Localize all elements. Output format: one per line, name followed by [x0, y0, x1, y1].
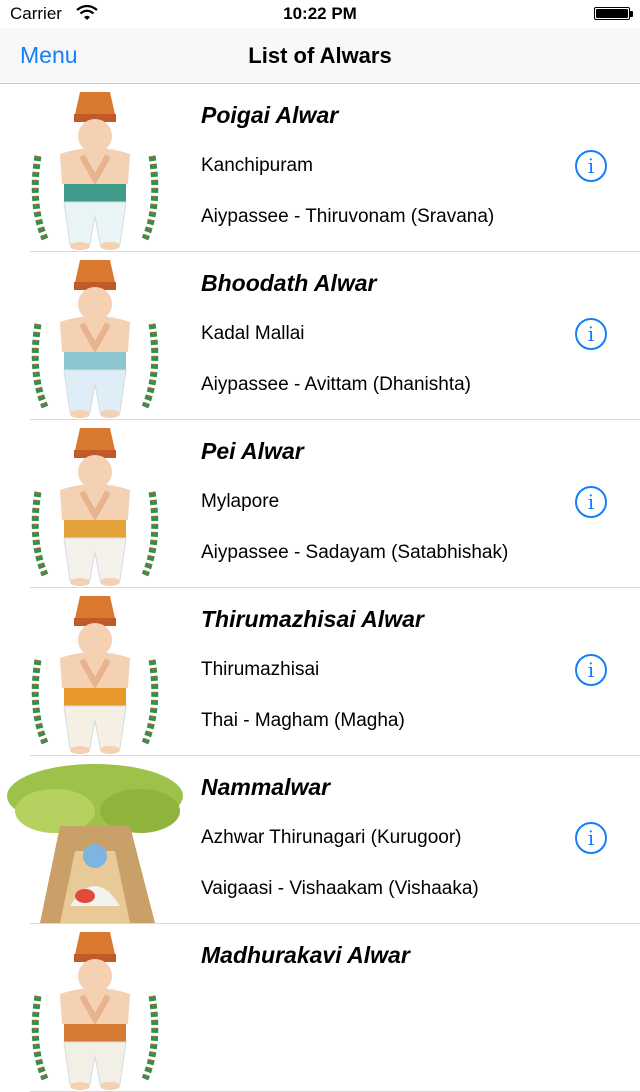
alwar-star: Vaigaasi - Vishaakam (Vishaaka) — [201, 878, 479, 899]
alwar-name: Pei Alwar — [201, 438, 304, 464]
alwar-row[interactable]: Nammalwar Azhwar Thirunagari (Kurugoor) Va… — [0, 756, 640, 924]
clock: 10:22 PM — [283, 4, 357, 23]
alwar-portrait-image — [7, 764, 183, 923]
alwar-portrait-image — [31, 92, 159, 250]
info-icon[interactable]: i — [575, 318, 607, 350]
alwar-row[interactable]: Poigai Alwar Kanchipuram Aiypassee - Thiru… — [0, 84, 640, 252]
alwar-star: Aiypassee - Thiruvonam (Sravana) — [201, 206, 495, 227]
alwar-portrait-image — [31, 428, 159, 586]
battery-icon — [594, 7, 630, 20]
alwar-row[interactable]: Pei Alwar Mylapore Aiypassee - Sadayam (Sa… — [0, 420, 640, 588]
alwar-star: Aiypassee - Avittam (Dhanishta) — [201, 374, 471, 395]
info-icon[interactable]: i — [575, 486, 607, 518]
page-title: List of Alwars — [248, 43, 392, 68]
alwar-row[interactable]: Bhoodath Alwar Kadal Mallai Aiypassee - Av… — [0, 252, 640, 420]
info-icon[interactable]: i — [575, 654, 607, 686]
status-bar: Carrier 10:22 PM — [0, 0, 640, 28]
battery-tip — [630, 11, 633, 17]
alwar-birthplace: Kanchipuram — [201, 155, 313, 176]
alwar-name: Nammalwar — [201, 774, 331, 800]
alwar-row[interactable]: Thirumazhisai Alwar Thirumazhisai Thai - M… — [0, 588, 640, 756]
alwar-birthplace: Mylapore — [201, 491, 280, 512]
alwar-portrait-image — [31, 596, 159, 754]
alwar-name: Poigai Alwar — [201, 102, 339, 128]
alwar-star: Thai - Magham (Magha) — [201, 710, 405, 731]
info-icon[interactable]: i — [575, 822, 607, 854]
alwar-birthplace: Thirumazhisai — [201, 659, 320, 680]
alwar-name: Thirumazhisai Alwar — [201, 606, 424, 632]
alwar-birthplace: Kadal Mallai — [201, 323, 305, 344]
alwar-portrait-image — [31, 260, 159, 418]
alwar-portrait-image — [31, 932, 159, 1090]
navigation-bar: Menu List of Alwars — [0, 28, 640, 84]
alwar-name: Madhurakavi Alwar — [201, 942, 410, 968]
alwar-star: Aiypassee - Sadayam (Satabhishak) — [201, 542, 509, 563]
alwar-row[interactable]: Madhurakavi Alwar — [0, 924, 640, 1092]
battery-fill — [596, 9, 628, 18]
alwar-name: Bhoodath Alwar — [201, 270, 377, 296]
info-icon[interactable]: i — [575, 150, 607, 182]
alwar-birthplace: Azhwar Thirunagari (Kurugoor) — [201, 827, 462, 848]
